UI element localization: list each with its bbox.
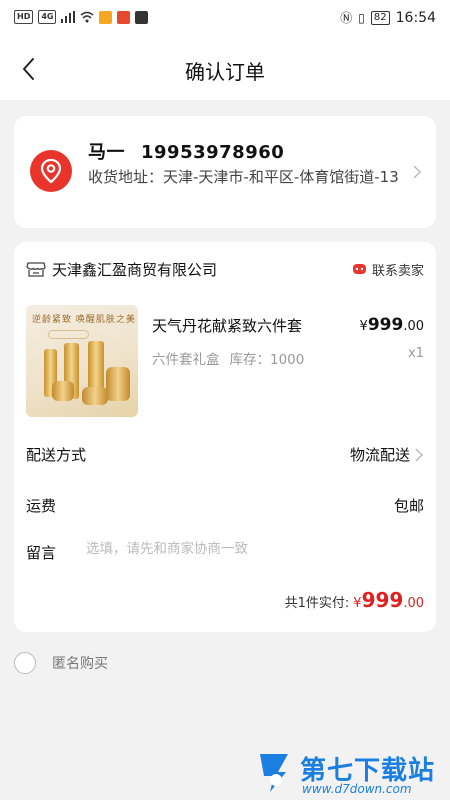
product-jar bbox=[106, 367, 130, 401]
price-integer: 999 bbox=[367, 315, 404, 335]
shop-name[interactable]: 天津鑫汇盈商贸有限公司 bbox=[52, 259, 217, 280]
watermark-logo-icon bbox=[260, 754, 288, 792]
price-symbol: ¥ bbox=[359, 319, 368, 334]
note-row: 留言 bbox=[26, 541, 424, 566]
contact-seller-label: 联系卖家 bbox=[371, 264, 424, 279]
note-input[interactable] bbox=[86, 541, 406, 557]
product-variant: 六件套礼盒 bbox=[152, 352, 220, 368]
delivery-method-row[interactable]: 配送方式 物流配送 bbox=[26, 444, 424, 468]
signal-icon bbox=[61, 11, 76, 23]
total-count-label: 共1件实付: bbox=[284, 596, 350, 611]
location-pin-icon bbox=[30, 150, 72, 192]
delivery-method-label: 配送方式 bbox=[26, 446, 87, 464]
product-name[interactable]: 天气丹花献紧致六件套 bbox=[152, 315, 302, 336]
anonymous-purchase-option[interactable]: 匿名购买 bbox=[14, 652, 108, 674]
hd-indicator: HD bbox=[14, 10, 34, 24]
watermark-url: www.d7down.com bbox=[302, 782, 412, 796]
product-image-caption: 逆龄紧致 唤醒肌肤之美 bbox=[32, 315, 136, 325]
chevron-right-icon bbox=[415, 448, 424, 462]
product-stock: 库存：1000 bbox=[229, 352, 305, 368]
order-card: 天津鑫汇盈商贸有限公司 联系卖家 逆龄紧致 唤醒肌肤之美 天气丹花献紧致六件套 … bbox=[14, 242, 436, 632]
product-spec: 六件套礼盒 库存：1000 bbox=[152, 348, 304, 368]
status-bar: HD 4G Ⓝ ▯ 82 16:54 bbox=[0, 0, 450, 38]
site-watermark: 第七下载站 www.d7down.com bbox=[256, 748, 446, 798]
total-amount: 999 bbox=[361, 588, 404, 612]
nfc-icon: Ⓝ bbox=[340, 11, 353, 25]
network-type-indicator: 4G bbox=[38, 10, 57, 24]
address-card[interactable]: 马一 19953978960 收货地址：天津-天津市-和平区-体育馆街道-13 bbox=[14, 116, 436, 228]
recipient-phone: 19953978960 bbox=[141, 142, 285, 163]
nav-bar: 确认订单 bbox=[0, 38, 450, 101]
anonymous-purchase-radio[interactable] bbox=[14, 652, 36, 674]
product-price: ¥999.00 bbox=[360, 315, 424, 335]
app-notification-icon bbox=[99, 10, 113, 24]
order-total: 共1件实付: ¥999.00 bbox=[285, 588, 424, 612]
product-quantity: x1 bbox=[408, 346, 424, 361]
product-jar bbox=[52, 381, 74, 401]
freight-label: 运费 bbox=[26, 497, 57, 515]
store-icon bbox=[26, 262, 46, 277]
note-label: 留言 bbox=[26, 544, 57, 562]
contact-seller-button[interactable]: 联系卖家 bbox=[352, 260, 424, 279]
status-bar-left: HD 4G bbox=[14, 10, 149, 24]
app-notification-icon bbox=[135, 10, 149, 24]
recipient-line: 马一 19953978960 bbox=[88, 138, 300, 164]
product-image[interactable]: 逆龄紧致 唤醒肌肤之美 bbox=[26, 305, 138, 417]
freight-row: 运费 包邮 bbox=[26, 495, 424, 519]
shipping-address: 收货地址：天津-天津市-和平区-体育馆街道-13 bbox=[88, 168, 399, 186]
battery-indicator: 82 bbox=[370, 10, 390, 25]
product-image-tag bbox=[48, 330, 89, 339]
total-decimal: .00 bbox=[403, 596, 424, 611]
recipient-name: 马一 bbox=[88, 142, 125, 163]
product-jar bbox=[82, 387, 108, 405]
status-bar-right: Ⓝ ▯ 82 16:54 bbox=[340, 9, 436, 26]
total-currency: ¥ bbox=[353, 596, 362, 611]
wifi-icon bbox=[81, 11, 94, 23]
chat-icon bbox=[352, 264, 366, 274]
vibrate-icon: ▯ bbox=[358, 10, 365, 25]
chevron-right-icon bbox=[413, 165, 422, 179]
clock: 16:54 bbox=[395, 9, 436, 26]
anonymous-purchase-label: 匿名购买 bbox=[52, 656, 108, 672]
delivery-method-value: 物流配送 bbox=[349, 446, 410, 464]
page-title: 确认订单 bbox=[185, 60, 265, 84]
app-notification-icon bbox=[117, 10, 131, 24]
shop-header: 天津鑫汇盈商贸有限公司 联系卖家 bbox=[26, 258, 424, 280]
price-decimal: .00 bbox=[403, 319, 424, 334]
freight-value: 包邮 bbox=[393, 497, 424, 515]
